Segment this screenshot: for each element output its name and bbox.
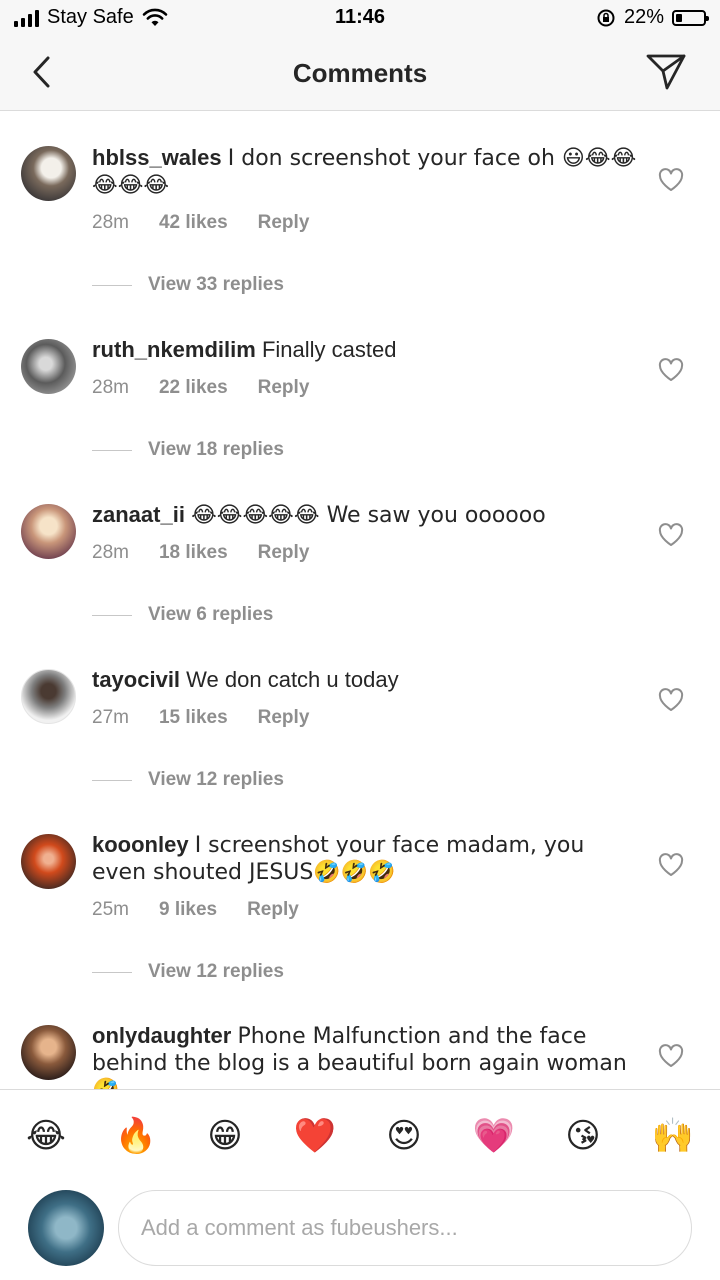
orientation-lock-icon [597, 9, 615, 26]
view-replies-button[interactable]: View 6 replies [92, 604, 273, 626]
view-replies-button[interactable]: View 33 replies [92, 274, 284, 296]
replies-divider [92, 971, 132, 973]
view-replies-label: View 18 replies [148, 439, 284, 460]
comment-body: hblss_wales I don screenshot your face o… [92, 145, 637, 199]
avatar[interactable] [21, 834, 76, 889]
comment-likes[interactable]: 18 likes [159, 542, 228, 564]
heart-icon[interactable] [658, 1044, 684, 1068]
comment-body: tayocivil We don catch u today [92, 667, 637, 693]
status-right: 22% [596, 6, 709, 29]
battery-icon [672, 9, 709, 26]
reply-button[interactable]: Reply [258, 377, 310, 399]
comment-username[interactable]: onlydaughter [92, 1023, 231, 1048]
current-user-avatar[interactable] [28, 1190, 104, 1266]
replies-divider [92, 779, 132, 781]
emoji-button-grin[interactable]: 😁 [201, 1112, 249, 1160]
comment-meta: 28m 42 likes Reply [92, 212, 339, 234]
emoji-button-fire[interactable]: 🔥 [112, 1112, 160, 1160]
reply-button[interactable]: Reply [258, 212, 310, 234]
view-replies-button[interactable]: View 12 replies [92, 769, 284, 791]
emoji-button-kiss[interactable]: 😘 [559, 1112, 607, 1160]
reply-button[interactable]: Reply [258, 542, 310, 564]
comment-meta: 28m 18 likes Reply [92, 542, 339, 564]
emoji-button-heart-eyes[interactable]: 😍 [380, 1112, 428, 1160]
replies-divider [92, 284, 132, 286]
comment-body: ruth_nkemdilim Finally casted [92, 337, 637, 363]
comment-time: 25m [92, 899, 129, 920]
reply-button[interactable]: Reply [247, 899, 299, 921]
comment-time: 27m [92, 707, 129, 728]
comments-list[interactable]: hblss_wales I don screenshot your face o… [0, 111, 720, 1089]
heart-icon[interactable] [658, 523, 684, 547]
comment-time: 28m [92, 212, 129, 233]
avatar[interactable] [21, 504, 76, 559]
comment-likes[interactable]: 9 likes [159, 899, 217, 921]
comment-likes[interactable]: 15 likes [159, 707, 228, 729]
heart-icon[interactable] [658, 358, 684, 382]
direct-send-icon[interactable] [644, 52, 688, 92]
status-bar: Stay Safe 11:46 22% [0, 0, 720, 36]
emoji-button-growing-heart[interactable]: 💗 [470, 1112, 518, 1160]
comment-meta: 25m 9 likes Reply [92, 899, 329, 921]
comment-username[interactable]: zanaat_ii [92, 502, 185, 527]
comment-body: zanaat_ii 😂😂😂😂😂 We saw you oooooo [92, 502, 637, 529]
comment-text: We don catch u today [186, 667, 399, 692]
comment-likes[interactable]: 42 likes [159, 212, 228, 234]
heart-icon[interactable] [658, 688, 684, 712]
avatar[interactable] [21, 339, 76, 394]
avatar[interactable] [21, 669, 76, 724]
emoji-button-raised-hands[interactable]: 🙌 [649, 1112, 697, 1160]
view-replies-button[interactable]: View 12 replies [92, 961, 284, 983]
emoji-quick-bar: 😂 🔥 😁 ❤️ 😍 💗 😘 🙌 [0, 1089, 720, 1181]
comment-username[interactable]: kooonley [92, 832, 189, 857]
comment-meta: 27m 15 likes Reply [92, 707, 339, 729]
heart-icon[interactable] [658, 853, 684, 877]
comment-text: Finally casted [261, 337, 397, 362]
comment-username[interactable]: ruth_nkemdilim [92, 337, 256, 362]
comment-input[interactable] [118, 1190, 692, 1266]
comment-username[interactable]: tayocivil [92, 667, 180, 692]
view-replies-label: View 33 replies [148, 274, 284, 295]
emoji-button-laughing[interactable]: 😂 [22, 1112, 70, 1160]
page-title: Comments [292, 58, 428, 88]
comment-likes[interactable]: 22 likes [159, 377, 228, 399]
comment-body: onlydaughter Phone Malfunction and the f… [92, 1023, 637, 1089]
comment-time: 28m [92, 542, 129, 563]
avatar[interactable] [21, 1025, 76, 1080]
comment-meta: 28m 22 likes Reply [92, 377, 339, 399]
view-replies-label: View 12 replies [148, 769, 284, 790]
replies-divider [92, 449, 132, 451]
header-bar: Comments [0, 36, 720, 111]
view-replies-label: View 6 replies [148, 604, 274, 625]
heart-icon[interactable] [658, 168, 684, 192]
emoji-button-heart[interactable]: ❤️ [291, 1112, 339, 1160]
view-replies-button[interactable]: View 18 replies [92, 439, 284, 461]
comment-username[interactable]: hblss_wales [92, 145, 222, 170]
replies-divider [92, 614, 132, 616]
view-replies-label: View 12 replies [148, 961, 284, 982]
comment-body: kooonley I screenshot your face madam, y… [92, 832, 637, 886]
comment-time: 28m [92, 377, 129, 398]
battery-percent: 22% [623, 6, 664, 28]
avatar[interactable] [21, 146, 76, 201]
reply-button[interactable]: Reply [258, 707, 310, 729]
comment-text: 😂😂😂😂😂 We saw you oooooo [191, 503, 546, 528]
